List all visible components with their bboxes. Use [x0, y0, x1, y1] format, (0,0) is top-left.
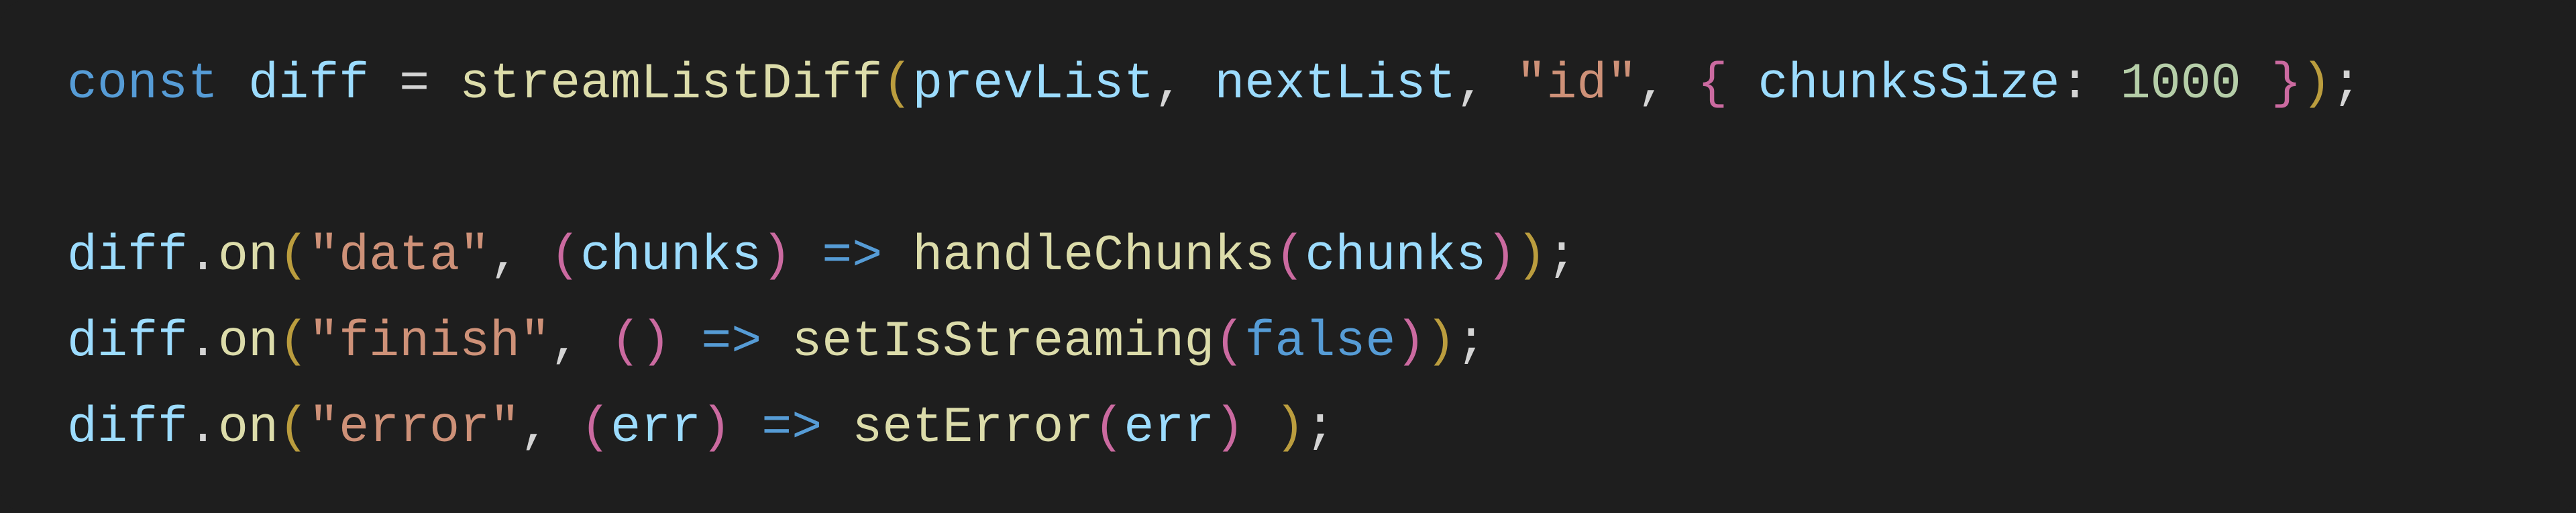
fn-setError: setError	[852, 400, 1093, 457]
paren-open: (	[550, 228, 580, 285]
paren-open: (	[580, 400, 610, 457]
fn-handleChunks: handleChunks	[912, 228, 1275, 285]
comma: ,	[520, 400, 580, 457]
method-on: on	[218, 314, 278, 371]
semicolon: ;	[1305, 400, 1335, 457]
fn-setIsStreaming: setIsStreaming	[792, 314, 1214, 371]
paren-close: )	[2302, 56, 2332, 113]
semicolon: ;	[1546, 228, 1576, 285]
var-diff: diff	[248, 56, 369, 113]
space	[1244, 400, 1275, 457]
param-chunks: chunks	[580, 228, 761, 285]
paren-open: (	[1275, 228, 1305, 285]
paren-close: )	[641, 314, 671, 371]
paren-close: )	[1395, 314, 1426, 371]
semicolon: ;	[1456, 314, 1486, 371]
arg-err: err	[1124, 400, 1214, 457]
comma: ,	[1637, 56, 1697, 113]
semicolon: ;	[2332, 56, 2362, 113]
brace-close: }	[2241, 56, 2302, 113]
paren-close: )	[1426, 314, 1456, 371]
var-diff: diff	[67, 400, 188, 457]
paren-close: )	[1214, 400, 1244, 457]
dot: .	[188, 314, 218, 371]
string-finish: "finish"	[309, 314, 550, 371]
string-data: "data"	[309, 228, 490, 285]
paren-open: (	[1093, 400, 1124, 457]
brace-open: {	[1697, 56, 1758, 113]
paren-close: )	[1516, 228, 1546, 285]
paren-close: )	[701, 400, 731, 457]
dot: .	[188, 400, 218, 457]
number-1000: 1000	[2121, 56, 2241, 113]
arg-chunks: chunks	[1305, 228, 1486, 285]
code-line-3: diff.on("data", (chunks) => handleChunks…	[67, 228, 1576, 285]
var-diff: diff	[67, 314, 188, 371]
arg-nextList: nextList	[1214, 56, 1456, 113]
code-line-5: diff.on("error", (err) => setError(err) …	[67, 400, 1335, 457]
paren-open: (	[1214, 314, 1244, 371]
string-id: "id"	[1516, 56, 1637, 113]
comma: ,	[550, 314, 610, 371]
paren-open: (	[278, 400, 309, 457]
paren-open: (	[610, 314, 641, 371]
dot: .	[188, 228, 218, 285]
colon: :	[2060, 56, 2121, 113]
method-on: on	[218, 228, 278, 285]
prop-chunksSize: chunksSize	[1758, 56, 2059, 113]
paren-open: (	[882, 56, 912, 113]
comma: ,	[1154, 56, 1214, 113]
bool-false: false	[1244, 314, 1395, 371]
arrow: =>	[731, 400, 852, 457]
fn-streamListDiff: streamListDiff	[460, 56, 882, 113]
paren-close: )	[1486, 228, 1516, 285]
keyword-const: const	[67, 56, 218, 113]
operator-assign: =	[369, 56, 460, 113]
comma: ,	[490, 228, 550, 285]
param-err: err	[610, 400, 701, 457]
comma: ,	[1456, 56, 1516, 113]
paren-close: )	[761, 228, 792, 285]
code-block: const diff = streamListDiff(prevList, ne…	[0, 0, 2576, 513]
arrow: =>	[792, 228, 912, 285]
arg-prevList: prevList	[912, 56, 1154, 113]
paren-open: (	[278, 228, 309, 285]
method-on: on	[218, 400, 278, 457]
arrow: =>	[671, 314, 792, 371]
paren-open: (	[278, 314, 309, 371]
code-line-1: const diff = streamListDiff(prevList, ne…	[67, 56, 2362, 113]
var-diff: diff	[67, 228, 188, 285]
string-error: "error"	[309, 400, 520, 457]
code-line-4: diff.on("finish", () => setIsStreaming(f…	[67, 314, 1486, 371]
paren-close: )	[1275, 400, 1305, 457]
